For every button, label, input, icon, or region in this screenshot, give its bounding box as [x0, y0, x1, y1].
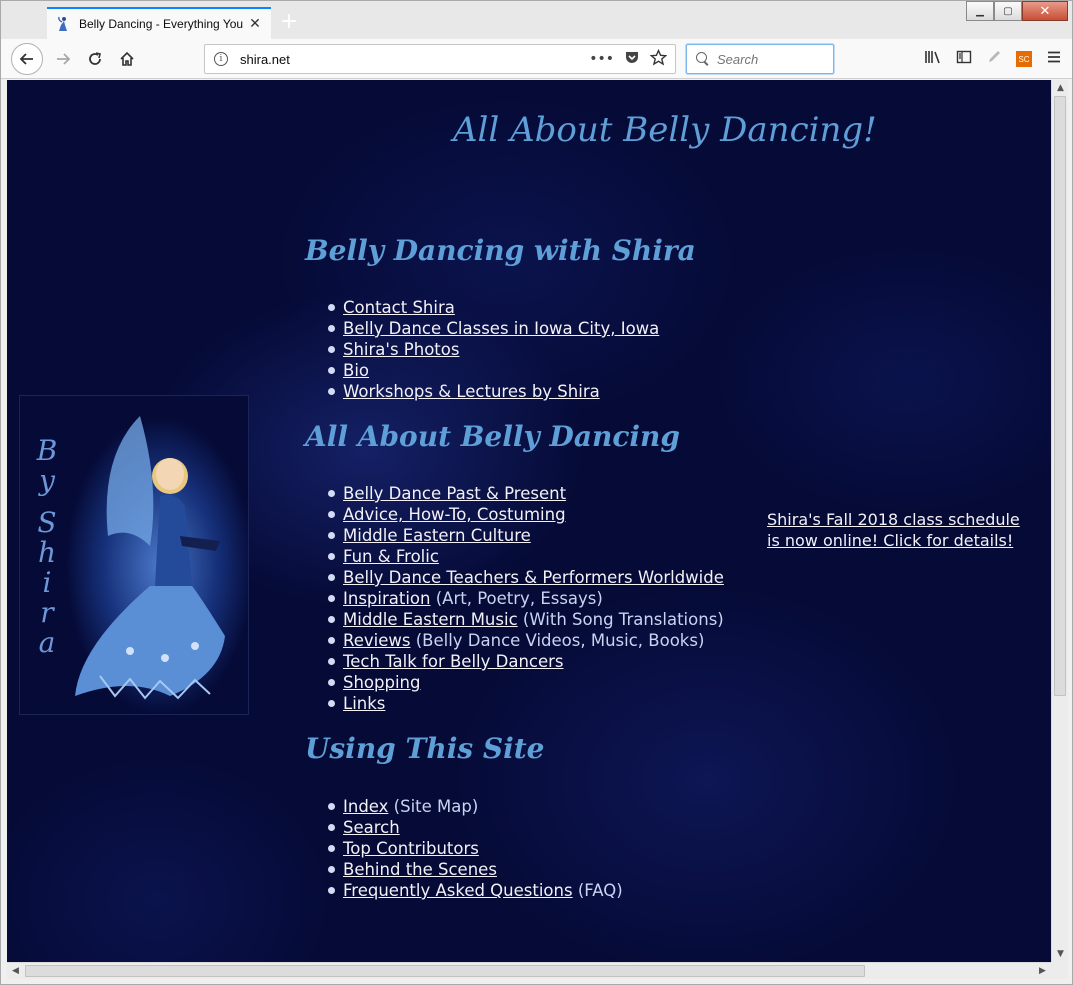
class-schedule-promo-link[interactable]: Shira's Fall 2018 class schedule is now … [767, 509, 1037, 551]
link-note: (Site Map) [388, 797, 479, 816]
active-tab[interactable]: Belly Dancing - Everything You ✕ [47, 7, 271, 39]
horizontal-scrollbar[interactable]: ◀ ▶ [7, 962, 1051, 979]
list-item: Reviews (Belly Dance Videos, Music, Book… [328, 630, 724, 651]
vertical-scroll-thumb[interactable] [1054, 96, 1066, 696]
scroll-down-arrow-icon[interactable]: ▼ [1052, 946, 1069, 962]
vertical-scrollbar[interactable]: ▲ ▼ [1051, 80, 1068, 962]
list-item: Index (Site Map) [328, 796, 623, 817]
link-teachers[interactable]: Belly Dance Teachers & Performers Worldw… [343, 568, 724, 587]
section-heading-shira: Belly Dancing with Shira [305, 234, 696, 267]
url-actions: ••• [589, 48, 668, 70]
link-reviews[interactable]: Reviews [343, 631, 410, 650]
section-heading-about: All About Belly Dancing [305, 420, 680, 453]
link-shopping[interactable]: Shopping [343, 673, 421, 692]
site-info-icon[interactable]: i [214, 52, 228, 66]
tab-title: Belly Dancing - Everything You [79, 17, 243, 31]
page-viewport: All About Belly Dancing! B y S h i r a B… [7, 80, 1051, 962]
scroll-up-arrow-icon[interactable]: ▲ [1052, 80, 1069, 96]
dancer-favicon-icon [55, 16, 71, 32]
search-input[interactable] [717, 51, 827, 67]
link-note: (With Song Translations) [517, 610, 724, 629]
close-window-icon[interactable]: ✕ [1022, 1, 1068, 21]
list-item: Bio [327, 360, 659, 381]
close-tab-icon[interactable]: ✕ [247, 16, 263, 32]
window-controls: ▁ ▢ ✕ [966, 1, 1068, 21]
pencil-icon[interactable] [986, 49, 1002, 69]
link-classes-iowa[interactable]: Belly Dance Classes in Iowa City, Iowa [343, 319, 659, 338]
link-tech-talk[interactable]: Tech Talk for Belly Dancers [343, 652, 564, 671]
list-item: Shira's Photos [327, 339, 659, 360]
forward-arrow-icon[interactable] [47, 43, 79, 75]
page-title: All About Belly Dancing! [453, 110, 877, 150]
list-item: Advice, How-To, Costuming [328, 504, 724, 525]
section-heading-using-site: Using This Site [305, 732, 545, 765]
list-item: Frequently Asked Questions (FAQ) [328, 880, 623, 901]
url-bar[interactable]: i shira.net ••• [204, 44, 676, 74]
link-note: (Art, Poetry, Essays) [430, 589, 603, 608]
dancer-figure [75, 416, 225, 700]
pocket-icon[interactable] [624, 49, 640, 69]
link-behind-scenes[interactable]: Behind the Scenes [343, 860, 497, 879]
link-music[interactable]: Middle Eastern Music [343, 610, 518, 629]
horizontal-scroll-thumb[interactable] [25, 965, 865, 977]
link-search[interactable]: Search [343, 818, 400, 837]
link-fun-frolic[interactable]: Fun & Frolic [343, 547, 439, 566]
link-shira-photos[interactable]: Shira's Photos [343, 340, 459, 359]
about-links-list: Belly Dance Past & Present Advice, How-T… [328, 483, 724, 714]
list-item: Fun & Frolic [328, 546, 724, 567]
navigation-toolbar: i shira.net ••• Search SC [1, 39, 1072, 79]
link-bio[interactable]: Bio [343, 361, 369, 380]
sidebar-icon[interactable] [956, 49, 972, 69]
shira-links-list: Contact Shira Belly Dance Classes in Iow… [327, 297, 659, 402]
list-item: Inspiration (Art, Poetry, Essays) [328, 588, 724, 609]
hamburger-menu-icon[interactable] [1046, 49, 1062, 69]
library-icon[interactable] [924, 49, 942, 69]
link-past-present[interactable]: Belly Dance Past & Present [343, 484, 566, 503]
reload-icon[interactable] [79, 43, 111, 75]
toolbar-right: SC [924, 43, 1062, 75]
link-culture[interactable]: Middle Eastern Culture [343, 526, 531, 545]
list-item: Middle Eastern Culture [328, 525, 724, 546]
link-faq[interactable]: Frequently Asked Questions [343, 881, 573, 900]
link-note: (Belly Dance Videos, Music, Books) [410, 631, 705, 650]
browser-window: Belly Dancing - Everything You ✕ + ▁ ▢ ✕… [0, 0, 1073, 985]
link-links[interactable]: Links [343, 694, 385, 713]
minimize-icon[interactable]: ▁ [966, 1, 994, 21]
list-item: Shopping [328, 672, 724, 693]
list-item: Tech Talk for Belly Dancers [328, 651, 724, 672]
tab-bar: Belly Dancing - Everything You ✕ + ▁ ▢ ✕ [1, 1, 1072, 39]
link-workshops[interactable]: Workshops & Lectures by Shira [343, 382, 600, 401]
url-text[interactable]: shira.net [240, 52, 589, 67]
scrollbar-corner [1051, 962, 1068, 979]
scroll-left-arrow-icon[interactable]: ◀ [7, 963, 24, 979]
list-item: Top Contributors [328, 838, 623, 859]
shira-photo: B y S h i r a [19, 395, 249, 715]
extension-sc-icon[interactable]: SC [1016, 51, 1032, 67]
back-arrow-icon[interactable] [11, 43, 43, 75]
search-icon [695, 51, 711, 67]
link-top-contributors[interactable]: Top Contributors [343, 839, 479, 858]
list-item: Workshops & Lectures by Shira [327, 381, 659, 402]
search-box[interactable] [686, 44, 834, 74]
page-actions-menu-icon[interactable]: ••• [589, 51, 614, 67]
new-tab-icon[interactable]: + [277, 9, 301, 34]
link-advice[interactable]: Advice, How-To, Costuming [343, 505, 566, 524]
link-note: (FAQ) [572, 881, 623, 900]
list-item: Behind the Scenes [328, 859, 623, 880]
scroll-right-arrow-icon[interactable]: ▶ [1034, 963, 1051, 979]
list-item: Belly Dance Teachers & Performers Worldw… [328, 567, 724, 588]
link-contact-shira[interactable]: Contact Shira [343, 298, 455, 317]
list-item: Search [328, 817, 623, 838]
list-item: Contact Shira [327, 297, 659, 318]
list-item: Belly Dance Classes in Iowa City, Iowa [327, 318, 659, 339]
list-item: Links [328, 693, 724, 714]
bookmark-star-icon[interactable] [649, 48, 668, 70]
link-inspiration[interactable]: Inspiration [343, 589, 430, 608]
list-item: Middle Eastern Music (With Song Translat… [328, 609, 724, 630]
list-item: Belly Dance Past & Present [328, 483, 724, 504]
link-index[interactable]: Index [343, 797, 388, 816]
maximize-icon[interactable]: ▢ [994, 1, 1022, 21]
home-icon[interactable] [111, 43, 143, 75]
site-links-list: Index (Site Map) Search Top Contributors… [328, 796, 623, 901]
